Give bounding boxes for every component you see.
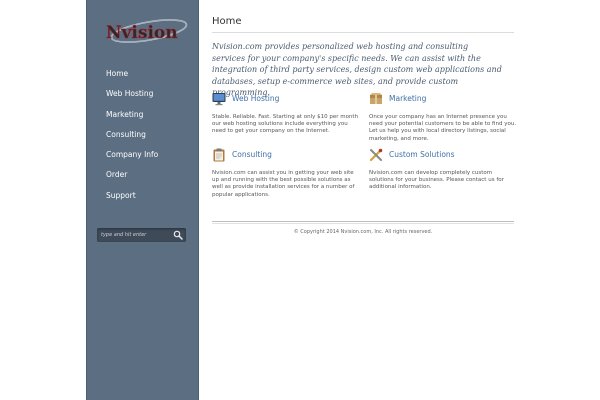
nav-item-marketing[interactable]: Marketing [87,105,198,125]
service-desc-custom-solutions: Nvision.com can develop completely custo… [369,170,504,191]
nav-item-support[interactable]: Support [87,186,198,206]
service-desc-consulting: Nvision.com can assist you in getting yo… [212,170,355,198]
title-divider [212,32,514,33]
search-box [97,228,186,242]
nav-item-consulting[interactable]: Consulting [87,125,198,145]
nav-item-company-info[interactable]: Company Info [87,145,198,165]
tools-icon [369,148,383,162]
service-desc-marketing: Once your company has an Internet presen… [369,114,517,142]
footer-divider-light [212,223,514,224]
nav-item-home[interactable]: Home [87,64,198,84]
service-custom-solutions: Custom Solutions Nvision.com can develop… [369,148,517,192]
nav-item-web-hosting[interactable]: Web Hosting [87,84,198,104]
service-web-hosting: Web Hosting Stable. Reliable. Fast. Star… [212,92,360,136]
copyright-text: © Copyright 2014 Nvision.com, Inc. All r… [293,229,433,235]
logo[interactable]: Nvision [103,14,189,50]
search-input[interactable] [101,229,169,241]
service-marketing: Marketing Once your company has an Inter… [369,92,517,143]
monitor-icon [212,93,226,106]
service-title-consulting[interactable]: Consulting [232,150,272,159]
footer-divider [212,221,514,222]
service-consulting: Consulting Nvision.com can assist you in… [212,148,360,199]
logo-text: Nvision [106,23,178,43]
sidebar: Nvision Home Web Hosting Marketing Consu… [86,0,199,400]
nav-item-order[interactable]: Order [87,165,198,185]
search-icon[interactable] [173,230,183,240]
service-title-custom-solutions[interactable]: Custom Solutions [389,150,455,159]
logo-image: Nvision [106,19,188,43]
page-title: Home [212,16,242,27]
service-title-web-hosting[interactable]: Web Hosting [232,94,279,103]
service-desc-web-hosting: Stable. Reliable. Fast. Starting at only… [212,114,359,135]
intro-text: Nvision.com provides personalized web ho… [212,42,502,97]
clipboard-icon [213,148,225,162]
box-icon [370,93,382,104]
main-nav: Home Web Hosting Marketing Consulting Co… [87,64,198,206]
service-title-marketing[interactable]: Marketing [389,94,426,103]
